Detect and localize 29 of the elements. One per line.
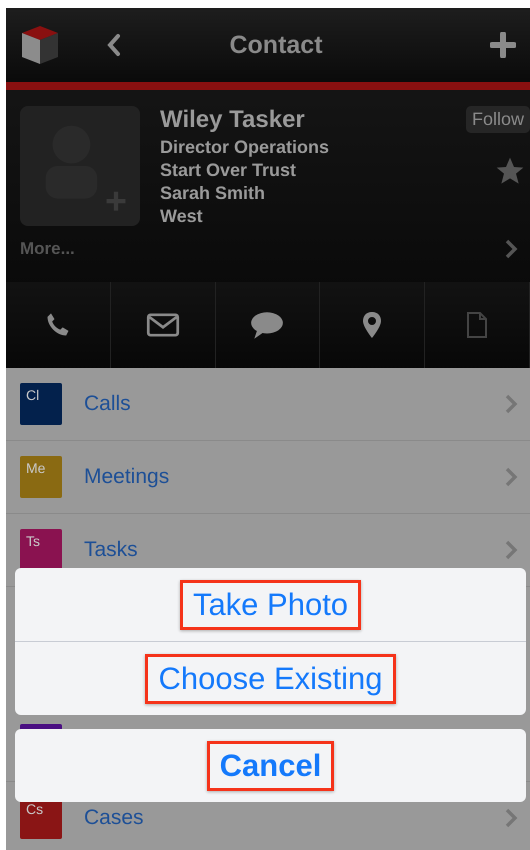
envelope-icon (146, 311, 180, 339)
module-badge: Me (20, 456, 62, 498)
chevron-icon (504, 807, 518, 829)
list-item[interactable]: Cl Calls (6, 368, 530, 441)
chevron-icon (504, 539, 518, 561)
contact-name: Wiley Tasker (160, 106, 306, 134)
chevron-icon (504, 466, 518, 488)
module-badge: Cl (20, 383, 62, 425)
module-label: Tasks (84, 538, 139, 562)
contact-detail: Sarah Smith (160, 182, 266, 205)
cancel-button[interactable]: Cancel (206, 740, 334, 790)
contact-detail: West (160, 205, 204, 228)
module-label: Meetings (84, 465, 170, 489)
contact-detail: Start Over Trust (160, 159, 298, 182)
more-link[interactable]: More... (20, 239, 75, 259)
module-badge: Ts (20, 529, 62, 571)
document-icon (466, 311, 488, 339)
list-item[interactable]: Me Meetings (6, 441, 530, 514)
chevron-icon (504, 238, 518, 260)
chevron-icon (504, 393, 518, 415)
sheet-option[interactable]: Choose Existing (145, 654, 396, 704)
module-label: Cases (84, 806, 145, 830)
contact-detail: Director Operations (160, 136, 330, 159)
sheet-option[interactable]: Take Photo (180, 580, 362, 630)
location-pin-icon (362, 311, 382, 339)
module-label: Calls (84, 392, 132, 416)
speech-bubble-icon (249, 310, 286, 340)
screen-title: Contact (228, 30, 324, 60)
follow-button[interactable]: Follow (466, 106, 530, 133)
